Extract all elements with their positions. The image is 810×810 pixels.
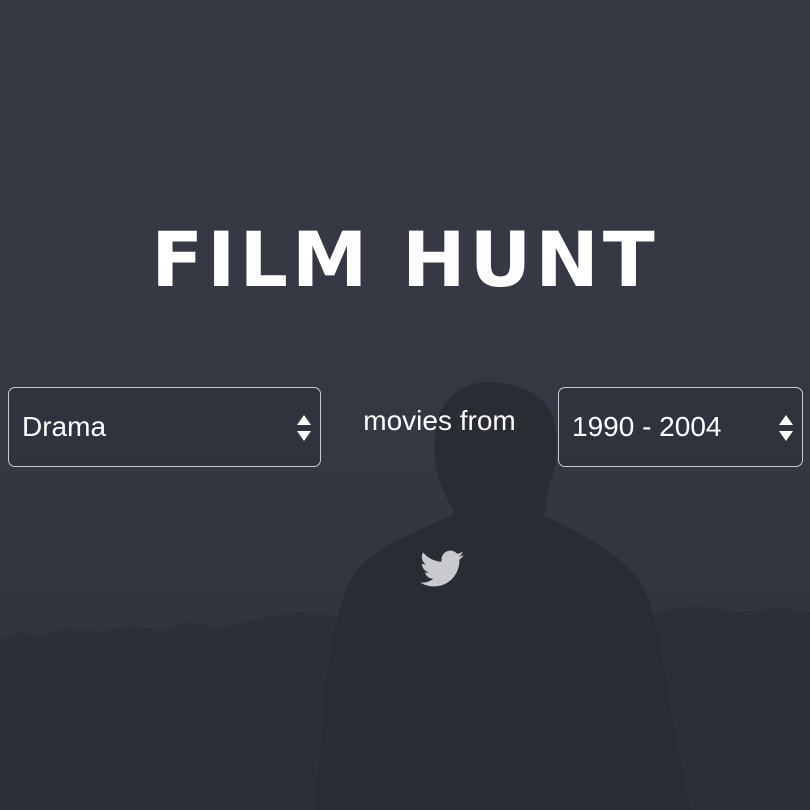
- connector-text: movies from: [363, 405, 516, 436]
- year-range-select-value: 1990 - 2004: [572, 411, 722, 442]
- twitter-icon[interactable]: [420, 550, 464, 588]
- select-arrows-icon: [297, 415, 311, 441]
- select-arrows-icon: [779, 415, 793, 441]
- genre-select-value: Drama: [22, 411, 107, 442]
- app-logo: FILM HUNT: [151, 215, 659, 304]
- genre-select[interactable]: Drama: [8, 387, 321, 467]
- year-range-select[interactable]: 1990 - 2004: [558, 387, 803, 467]
